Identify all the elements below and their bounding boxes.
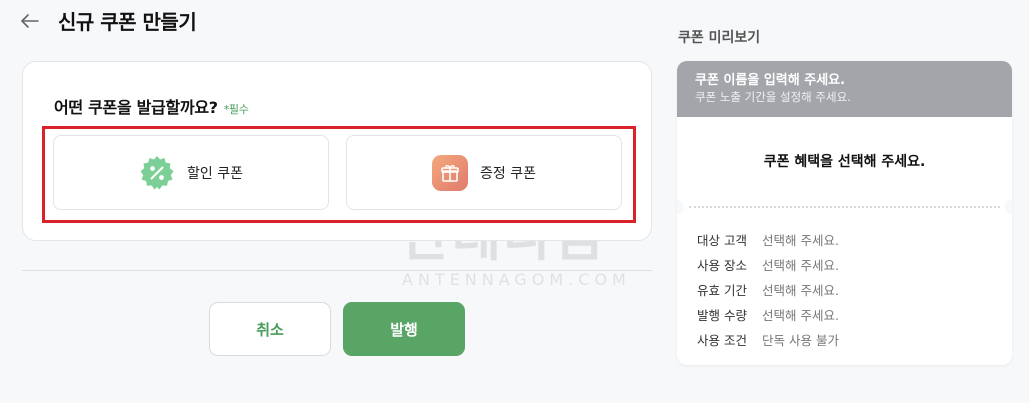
preview-title: 쿠폰 미리보기: [678, 30, 761, 46]
detail-value: 선택해 주세요.: [762, 258, 839, 273]
preview-header: 쿠폰 이름을 입력해 주세요. 쿠폰 노출 기간을 설정해 주세요.: [677, 61, 1012, 117]
gift-icon: [432, 154, 468, 191]
discount-coupon-label: 할인 쿠폰: [187, 165, 243, 182]
detail-key: 유효 기간: [697, 283, 747, 298]
coupon-type-card: 어떤 쿠폰을 발급할까요? *필수 할인 쿠폰 증정 쿠폰: [22, 61, 652, 241]
detail-row: 유효 기간 선택해 주세요.: [697, 278, 839, 303]
required-badge: *필수: [223, 103, 249, 116]
issue-button[interactable]: 발행: [343, 302, 465, 356]
detail-key: 대상 고객: [697, 233, 747, 248]
divider: [22, 270, 652, 271]
coupon-type-question: 어떤 쿠폰을 발급할까요? *필수: [54, 94, 249, 118]
cancel-button[interactable]: 취소: [209, 302, 331, 356]
page-header: 신규 쿠폰 만들기: [18, 6, 197, 35]
detail-row: 발행 수량 선택해 주세요.: [697, 303, 839, 328]
watermark-subtext: ANTENNAGOM.COM: [402, 270, 631, 289]
detail-row: 대상 고객 선택해 주세요.: [697, 228, 839, 253]
question-text: 어떤 쿠폰을 발급할까요?: [54, 98, 218, 117]
detail-key: 사용 장소: [697, 258, 747, 273]
percent-badge-icon: [139, 155, 175, 191]
detail-key: 사용 조건: [697, 333, 747, 348]
gift-coupon-option[interactable]: 증정 쿠폰: [346, 135, 622, 210]
detail-row: 사용 장소 선택해 주세요.: [697, 253, 839, 278]
back-button[interactable]: [18, 9, 42, 33]
detail-value: 단독 사용 불가: [762, 333, 839, 348]
coupon-preview-card: 쿠폰 이름을 입력해 주세요. 쿠폰 노출 기간을 설정해 주세요. 쿠폰 혜택…: [677, 61, 1012, 365]
arrow-left-icon: [21, 13, 39, 28]
detail-value: 선택해 주세요.: [762, 233, 839, 248]
ticket-perforation: [689, 206, 1000, 208]
detail-value: 선택해 주세요.: [762, 308, 839, 323]
detail-value: 선택해 주세요.: [762, 283, 839, 298]
preview-benefit: 쿠폰 혜택을 선택해 주세요.: [763, 154, 926, 170]
preview-detail-list: 대상 고객 선택해 주세요. 사용 장소 선택해 주세요. 유효 기간 선택해 …: [697, 228, 839, 353]
ticket-notch-left: [677, 200, 684, 214]
detail-key: 발행 수량: [697, 308, 747, 323]
preview-coupon-name: 쿠폰 이름을 입력해 주세요.: [695, 73, 846, 88]
detail-row: 사용 조건 단독 사용 불가: [697, 328, 839, 353]
ticket-notch-right: [1005, 200, 1012, 214]
gift-coupon-label: 증정 쿠폰: [480, 165, 536, 182]
page-title: 신규 쿠폰 만들기: [58, 10, 197, 34]
discount-coupon-option[interactable]: 할인 쿠폰: [53, 135, 329, 210]
preview-coupon-period: 쿠폰 노출 기간을 설정해 주세요.: [695, 90, 851, 104]
